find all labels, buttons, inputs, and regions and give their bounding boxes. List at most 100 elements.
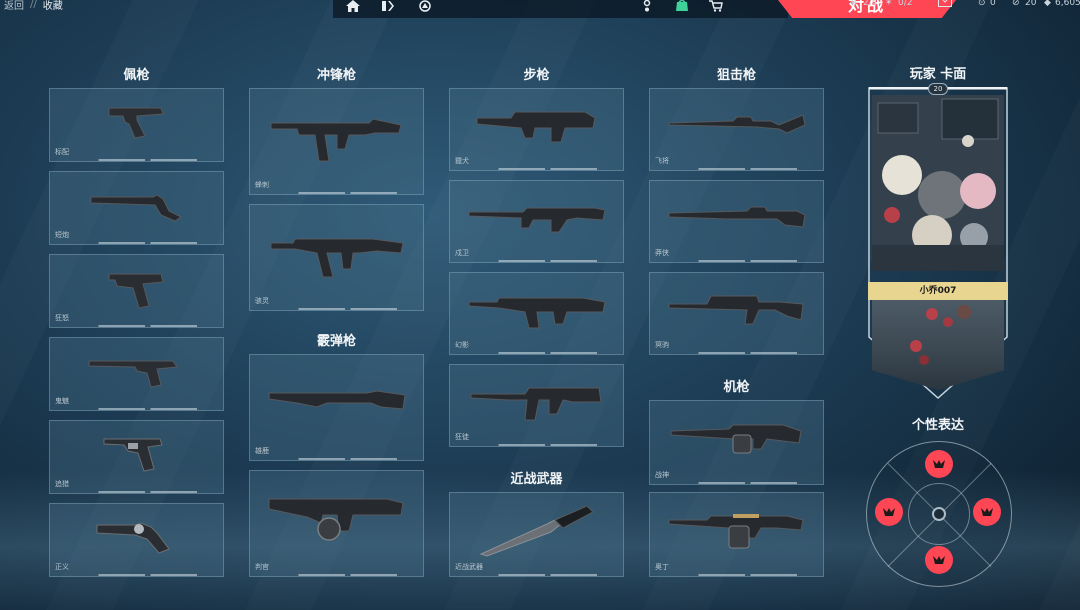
weapon-label: 莽侠 [655,249,669,257]
star-count: 0/2 [898,0,913,8]
weapon-label: 幻影 [455,341,469,349]
expression-title: 个性表达 [911,418,964,433]
weapon-label: 奥丁 [655,563,669,571]
career-icon[interactable] [416,0,434,14]
lmg-icon [670,424,802,454]
column-title-machineguns: 机枪 [723,380,750,395]
player-card-art [872,95,1004,271]
dmr-icon [468,207,606,233]
weapon-tile-ghost[interactable]: 鬼魅 [49,337,224,411]
spray-icon [981,508,993,516]
pass-icon[interactable] [379,0,397,14]
weapon-tile-operator[interactable]: 冥驹 [649,272,824,355]
weapon-tile-vandal[interactable]: 狂徒 [449,364,624,447]
spray-icon [933,556,945,564]
weapon-tile-judge[interactable]: 判官 [249,470,424,577]
kingdom-credit-icon: ⊘ [1012,0,1020,8]
player-level-badge: 20 [928,83,948,95]
column-title-smgs: 冲锋枪 [316,68,356,83]
silenced-pistol-icon [88,360,178,388]
weapon-label: 短炮 [55,231,69,239]
weapon-tile-odin[interactable]: 奥丁 [649,492,824,577]
player-card-title: 玩家 卡面 [909,67,967,82]
spray-slot-left[interactable] [875,498,903,526]
spray-slot-top[interactable] [925,450,953,478]
kingdom-credit-count: 20 [1025,0,1037,8]
player-name: 小乔007 [868,282,1008,300]
breadcrumb-current: 收藏 [42,1,63,12]
double-barrel-pistol-icon [96,522,170,554]
store-icon[interactable] [707,0,725,14]
weapon-label: 狂徒 [455,433,469,441]
pistol-icon [108,107,164,139]
shotgun-pistol-icon [90,194,182,222]
weapon-tile-phantom[interactable]: 幻影 [449,272,624,355]
breadcrumb-separator: // [30,0,37,10]
weapon-tile-marshal[interactable]: 飞将 [649,88,824,171]
weapon-label: 判官 [255,563,269,571]
weapon-tile-spectre[interactable]: 骇灵 [249,204,424,311]
weapon-label: 追猎 [55,480,69,488]
player-card[interactable]: 20 小乔007 [868,83,1008,399]
weapon-tile-stinger[interactable]: 蜂刺 [249,88,424,195]
spray-icon [933,460,945,477]
weapon-label: 冥驹 [655,341,669,349]
radianite-count: 0 [990,0,996,8]
weapon-tile-classic[interactable]: 标配 [49,88,224,162]
heavy-sniper-icon [668,295,804,325]
weapon-label: 鬼魅 [55,397,69,405]
pump-shotgun-icon [268,390,406,410]
vp-count: 6,605 [1055,0,1080,8]
column-title-sidearms: 佩枪 [123,68,150,83]
agents-icon[interactable] [638,0,656,14]
weapon-tile-sheriff[interactable]: 追猎 [49,420,224,494]
card-illustration [872,95,1004,271]
back-link[interactable]: 返回 [4,0,24,12]
heavy-machine-gun-icon [668,514,804,549]
assault-rifle-icon [470,387,602,421]
weapon-label: 骇灵 [255,297,269,305]
mission-count: 2/4 [863,0,878,8]
wheel-center [932,507,946,521]
weapon-label: 飞将 [655,157,669,165]
spray-slot-right[interactable] [973,498,1001,526]
weapon-tile-knife[interactable]: 近战武器 [449,492,624,577]
weapon-label: 战神 [655,471,669,479]
weapon-label: 獵犬 [455,157,469,165]
radianite-icon: ⊙ [978,0,986,8]
knife-icon [479,505,594,557]
weapon-tile-outlaw-sniper[interactable]: 莽侠 [649,180,824,263]
weapon-label: 蜂刺 [255,181,269,189]
vp-icon: ◆ [1044,0,1051,8]
weapon-tile-frenzy[interactable]: 狂怒 [49,254,224,328]
mail-icon[interactable] [938,0,952,7]
weapon-tile-bulldog[interactable]: 獵犬 [449,88,624,171]
auto-shotgun-icon [268,498,404,542]
weapon-label: 戍卫 [455,249,469,257]
weapon-tile-bucky[interactable]: 雄鹿 [249,354,424,461]
double-barrel-sniper-icon [668,206,806,228]
weapon-label: 狂怒 [55,314,69,322]
spray-slot-bottom[interactable] [925,546,953,574]
rifle-icon [476,111,596,143]
weapon-tile-guardian[interactable]: 戍卫 [449,180,624,263]
column-title-shotguns: 霰弹枪 [316,334,356,349]
smg-icon [270,118,402,162]
top-navigation: 对战 [333,0,956,18]
revolver-icon [103,438,163,472]
assault-rifle-suppressed-icon [468,297,606,329]
star-icon: ✶ [885,0,893,8]
column-title-melee: 近战武器 [510,472,563,487]
home-icon[interactable] [344,0,362,14]
mission-icon: ◈ [850,0,857,8]
spray-icon [883,508,895,516]
weapon-tile-shorty[interactable]: 短炮 [49,171,224,245]
breadcrumb: 返回 // 收藏 [4,0,63,12]
weapon-tile-outlaw[interactable]: 正义 [49,503,224,577]
smg-suppressed-icon [270,238,404,278]
weapon-label: 雄鹿 [255,447,269,455]
weapon-tile-ares[interactable]: 战神 [649,400,824,485]
column-title-snipers: 狙击枪 [716,68,756,83]
sniper-rifle-icon [668,114,806,134]
collection-icon[interactable] [673,0,691,14]
